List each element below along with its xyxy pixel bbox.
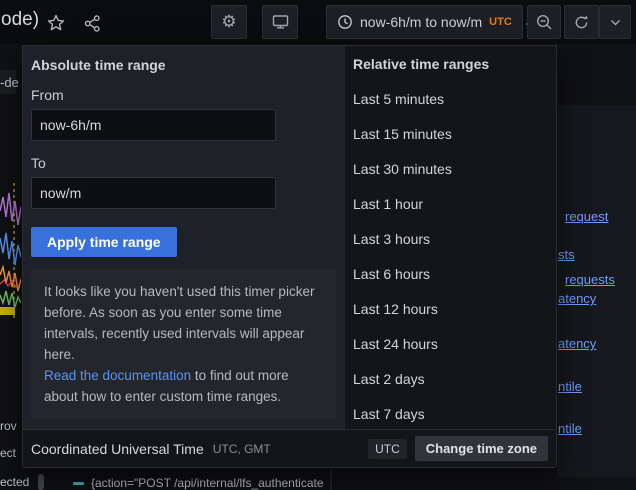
refresh-icon (573, 14, 590, 31)
relative-option-last-2-days[interactable]: Last 2 days (345, 361, 556, 396)
relative-option-last-15-minutes[interactable]: Last 15 minutes (345, 116, 556, 151)
read-documentation-link[interactable]: Read the documentation (44, 368, 191, 383)
dashboard-title-fragment: ode) (1, 9, 39, 31)
timezone-footer: Coordinated Universal Time UTC, GMT UTC … (23, 429, 556, 467)
star-icon (47, 14, 65, 32)
star-button[interactable] (45, 12, 67, 34)
series-color-dash-icon (73, 482, 84, 485)
gear-icon: ⚙ (221, 12, 236, 32)
relative-option-last-7-days[interactable]: Last 7 days (345, 396, 556, 431)
table-row-label-fragment: rov (0, 419, 17, 433)
relative-time-ranges-title: Relative time ranges (345, 56, 556, 72)
relative-option-last-5-minutes[interactable]: Last 5 minutes (345, 81, 556, 116)
legend-scrollbar[interactable] (38, 474, 44, 490)
utc-badge: UTC (368, 439, 407, 459)
zoom-out-icon (536, 14, 553, 31)
timeseries-chart-fragment (0, 183, 21, 318)
grafana-screen: -de rov ect ected {action="POST /api/int… (0, 0, 636, 490)
panel-link-fragment[interactable]: sts (558, 247, 575, 262)
panel-divider (330, 469, 332, 490)
time-picker-dropdown: Absolute time range From To Apply time r… (22, 45, 557, 468)
dashboard-settings-button[interactable]: ⚙ (211, 5, 247, 39)
chevron-down-icon (610, 19, 621, 26)
legend-item[interactable]: {action="POST /api/internal/lfs_authenti… (73, 475, 330, 490)
dashboard-top-bar: ode) ⚙ now-6h/m to now/m UTC (0, 0, 636, 44)
from-label: From (31, 87, 336, 103)
to-input[interactable] (31, 177, 276, 209)
cycle-view-mode-button[interactable] (262, 5, 298, 39)
panel-link-fragment[interactable]: requests (565, 272, 615, 287)
relative-option-last-3-hours[interactable]: Last 3 hours (345, 221, 556, 256)
relative-option-last-30-minutes[interactable]: Last 30 minutes (345, 151, 556, 186)
relative-option-last-12-hours[interactable]: Last 12 hours (345, 291, 556, 326)
timezone-label: UTC (489, 16, 512, 28)
share-icon (84, 15, 101, 32)
absolute-time-range-title: Absolute time range (31, 57, 336, 73)
relative-option-last-24-hours[interactable]: Last 24 hours (345, 326, 556, 361)
panel-link-fragment[interactable]: ntile (558, 421, 582, 436)
relative-option-last-6-hours[interactable]: Last 6 hours (345, 256, 556, 291)
timezone-abbreviations: UTC, GMT (213, 442, 271, 456)
table-row-label-fragment: ect (0, 446, 16, 460)
clock-icon (337, 14, 353, 30)
timezone-name: Coordinated Universal Time (31, 441, 204, 457)
table-row-label-fragment: ected (0, 475, 29, 489)
refresh-interval-dropdown-button[interactable] (599, 5, 631, 39)
time-range-picker-button[interactable]: now-6h/m to now/m UTC (326, 5, 523, 39)
tv-icon (272, 14, 289, 30)
legend-series-label: {action="POST /api/internal/lfs_authenti… (91, 476, 324, 490)
time-range-label: now-6h/m to now/m (360, 14, 482, 30)
info-text: It looks like you haven't used this time… (44, 281, 323, 365)
relative-option-last-1-hour[interactable]: Last 1 hour (345, 186, 556, 221)
panel-link-fragment[interactable]: atency (558, 291, 596, 306)
panel-link-fragment[interactable]: ntile (558, 379, 582, 394)
zoom-out-time-range-button[interactable] (527, 5, 561, 39)
apply-time-range-button[interactable]: Apply time range (31, 227, 177, 257)
from-input[interactable] (31, 109, 276, 141)
panel-link-fragment[interactable]: request (565, 209, 608, 224)
to-label: To (31, 155, 336, 171)
panel-link-fragment[interactable]: atency (558, 336, 596, 351)
relative-time-ranges-pane: Relative time ranges Last 5 minutes Last… (344, 46, 556, 429)
change-time-zone-button[interactable]: Change time zone (415, 436, 548, 461)
refresh-dashboard-button[interactable] (564, 5, 599, 39)
timer-picker-info-box: It looks like you haven't used this time… (31, 269, 336, 419)
absolute-time-range-pane: Absolute time range From To Apply time r… (23, 46, 344, 429)
share-button[interactable] (81, 12, 103, 34)
variable-label-fragment: -de (0, 75, 19, 90)
